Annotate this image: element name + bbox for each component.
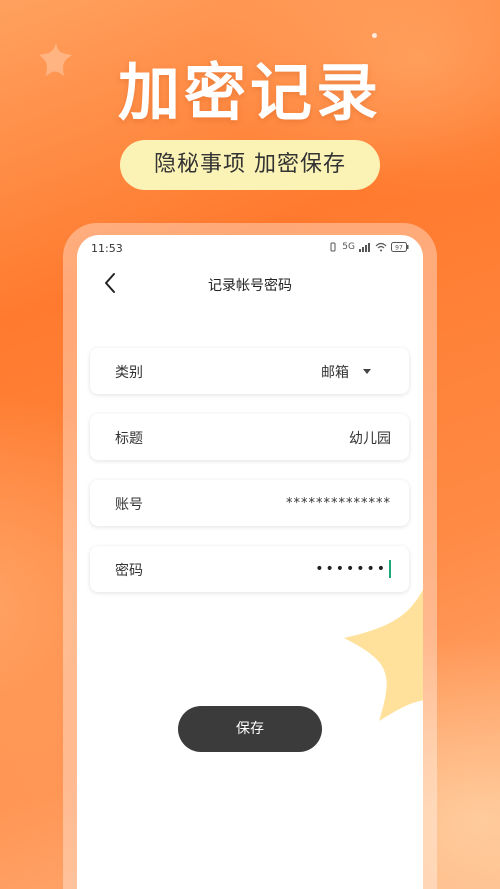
account-value[interactable]: ************** xyxy=(286,496,391,511)
phone-screen: 11:53 5G 97 记录帐号密码 类别 邮箱 标题 幼儿园 账号 *****… xyxy=(77,235,423,889)
title-field[interactable]: 标题 幼儿园 xyxy=(90,414,409,460)
password-input[interactable]: ••••••• xyxy=(315,558,391,580)
password-value: ••••••• xyxy=(315,561,387,577)
category-field[interactable]: 类别 邮箱 xyxy=(90,348,409,394)
text-cursor xyxy=(389,560,391,578)
account-field[interactable]: 账号 ************** xyxy=(90,480,409,526)
signal-icon xyxy=(359,243,370,252)
promo-title: 加密记录 xyxy=(117,56,382,129)
category-label: 类别 xyxy=(115,365,143,381)
screen-title: 记录帐号密码 xyxy=(208,278,292,294)
status-icons: 5G 97 xyxy=(328,242,409,252)
sparkle-dot xyxy=(372,33,377,38)
title-label: 标题 xyxy=(115,431,143,447)
save-button[interactable]: 保存 xyxy=(178,706,322,752)
account-label: 账号 xyxy=(115,497,143,513)
title-value[interactable]: 幼儿园 xyxy=(349,428,391,448)
dropdown-caret-icon[interactable] xyxy=(363,369,371,374)
promo-subtitle-pill: 隐秘事项 加密保存 xyxy=(120,140,380,190)
battery-level: 97 xyxy=(395,245,403,252)
battery-icon: 97 xyxy=(391,242,409,252)
category-value[interactable]: 邮箱 xyxy=(321,362,349,382)
vibrate-icon xyxy=(330,242,336,252)
wifi-icon xyxy=(375,242,387,252)
status-bar: 11:53 5G 97 xyxy=(77,235,423,263)
signal-label: 5G xyxy=(342,242,355,252)
password-label: 密码 xyxy=(115,563,143,579)
password-field[interactable]: 密码 ••••••• xyxy=(90,546,409,592)
status-time: 11:53 xyxy=(91,242,123,255)
